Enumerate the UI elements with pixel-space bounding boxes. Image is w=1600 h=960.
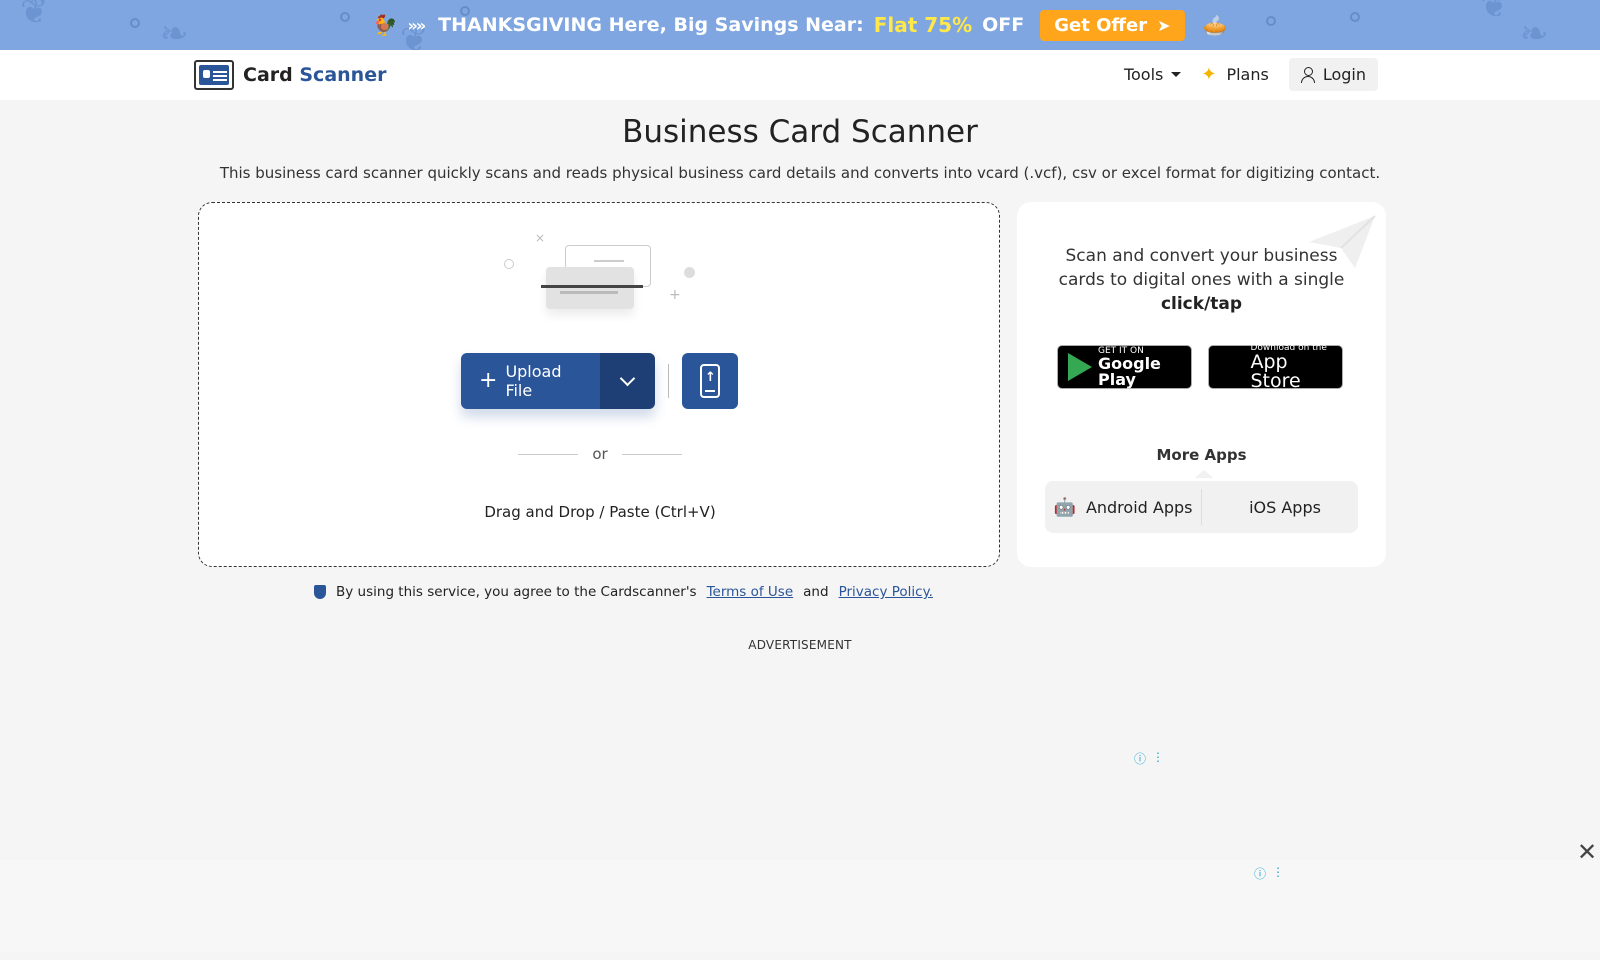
advertisement-label: ADVERTISEMENT <box>748 638 852 652</box>
business-card-logo-icon <box>194 60 234 90</box>
page-title: Business Card Scanner <box>622 114 978 150</box>
login-label: Login <box>1322 65 1366 84</box>
shield-icon <box>314 585 326 599</box>
upload-dropzone[interactable]: × + + Upload File or Drag and Drop / Pas… <box>198 202 1000 567</box>
dot-decoration <box>130 18 140 28</box>
app-promo-panel: Scan and convert your business cards to … <box>1017 202 1386 567</box>
more-apps-heading: More Apps <box>1156 446 1247 464</box>
ad-info-icon[interactable]: ⓘ <box>1134 750 1146 767</box>
drag-drop-hint: Drag and Drop / Paste (Ctrl+V) <box>484 503 716 521</box>
terms-of-use-link[interactable]: Terms of Use <box>707 584 794 600</box>
ad-info-icon[interactable]: ⓘ <box>1254 865 1266 882</box>
leaf-decoration-icon: ❧ <box>160 14 189 50</box>
ios-apps-tab[interactable]: iOS Apps <box>1201 489 1358 525</box>
android-apps-label: Android Apps <box>1085 497 1193 517</box>
rooster-icon: 🐓 <box>372 13 398 37</box>
android-apps-tab[interactable]: 🤖 Android Apps <box>1045 489 1201 525</box>
close-ad-icon[interactable]: ✕ <box>1577 838 1597 866</box>
plans-label: Plans <box>1226 65 1269 84</box>
upload-buttons: + Upload File <box>461 353 738 409</box>
leaf-decoration-icon: ❦ <box>1480 0 1509 26</box>
tools-dropdown[interactable]: Tools <box>1123 65 1182 84</box>
google-play-icon <box>1068 353 1092 381</box>
top-navigation: Card Scanner Tools ✦ Plans Login <box>0 50 1600 100</box>
dot-decoration <box>1266 16 1276 26</box>
ios-apps-label: iOS Apps <box>1249 497 1321 517</box>
mobile-upload-button[interactable] <box>682 353 738 409</box>
leaf-decoration-icon: ❦ <box>20 0 49 32</box>
plans-link[interactable]: ✦ Plans <box>1201 64 1268 85</box>
promo-off: OFF <box>982 14 1025 36</box>
tools-label: Tools <box>1123 65 1164 84</box>
caret-down-icon <box>1171 72 1182 77</box>
app-store-badge[interactable]: Download on the App Store <box>1208 343 1343 392</box>
store-badges: GET IT ON Google Play Download on the Ap… <box>1057 343 1343 392</box>
terms-notice: By using this service, you agree to the … <box>314 584 937 600</box>
bottom-ad-banner <box>0 860 1600 952</box>
terms-and: and <box>803 584 829 600</box>
pie-icon: 🥧 <box>1202 13 1228 37</box>
promo-content: 🐓 »» THANKSGIVING Here, Big Savings Near… <box>372 9 1228 41</box>
bottom-ad-choices[interactable]: ⓘ ⋮ <box>1254 865 1284 882</box>
button-divider <box>668 364 669 398</box>
upload-file-button-group: + Upload File <box>461 353 655 409</box>
get-offer-button[interactable]: Get Offer ➤ <box>1040 9 1185 41</box>
android-icon: 🤖 <box>1053 496 1076 518</box>
nav-menu: Tools ✦ Plans Login <box>1124 58 1378 91</box>
ad-menu-icon[interactable]: ⋮ <box>1272 865 1284 882</box>
site-logo[interactable]: Card Scanner <box>194 60 386 90</box>
arrows-icon: »» <box>407 15 427 35</box>
upload-options-dropdown[interactable] <box>600 353 655 409</box>
card-scan-illustration: × + <box>499 231 699 323</box>
upload-file-button[interactable]: + Upload File <box>461 353 600 409</box>
user-icon <box>1300 66 1315 83</box>
app-promo-bold: click/tap <box>1160 294 1243 314</box>
dot-decoration <box>1350 12 1360 22</box>
get-offer-label: Get Offer <box>1054 14 1148 36</box>
promo-text: THANKSGIVING Here, Big Savings Near: <box>438 14 864 36</box>
google-play-big: Google Play <box>1098 353 1161 389</box>
app-promo-lead: Scan and convert your business cards to … <box>1058 246 1345 290</box>
logo-text: Card Scanner <box>243 64 386 86</box>
arrow-right-icon: ➤ <box>1157 15 1171 35</box>
phone-upload-icon <box>700 364 720 398</box>
dot-decoration <box>340 12 350 22</box>
page-subtitle: This business card scanner quickly scans… <box>219 164 1381 182</box>
or-divider: or <box>199 445 1001 463</box>
logo-word-card: Card <box>243 64 293 86</box>
ad-choices[interactable]: ⓘ ⋮ <box>1134 750 1164 767</box>
ad-menu-icon[interactable]: ⋮ <box>1152 750 1164 767</box>
logo-word-scanner: Scanner <box>299 64 387 86</box>
promo-highlight: Flat 75% <box>873 13 973 37</box>
privacy-policy-link[interactable]: Privacy Policy. <box>839 584 933 600</box>
google-play-badge[interactable]: GET IT ON Google Play <box>1057 345 1192 389</box>
more-apps-tabs: 🤖 Android Apps iOS Apps <box>1045 481 1358 533</box>
tab-pointer <box>1195 470 1213 478</box>
terms-prefix: By using this service, you agree to the … <box>336 584 697 600</box>
promo-banner[interactable]: ❦ ❧ ❦ ❦ ❧ 🐓 »» THANKSGIVING Here, Big Sa… <box>0 0 1600 50</box>
app-promo-text: Scan and convert your business cards to … <box>1057 244 1346 316</box>
chevron-down-icon <box>619 370 636 386</box>
leaf-decoration-icon: ❧ <box>1520 14 1549 50</box>
login-button[interactable]: Login <box>1288 58 1378 91</box>
star-icon: ✦ <box>1201 64 1217 85</box>
upload-file-label: Upload File <box>505 362 562 400</box>
or-text: or <box>592 445 608 463</box>
app-store-big: App Store <box>1250 350 1301 392</box>
plus-icon: + <box>479 368 498 393</box>
